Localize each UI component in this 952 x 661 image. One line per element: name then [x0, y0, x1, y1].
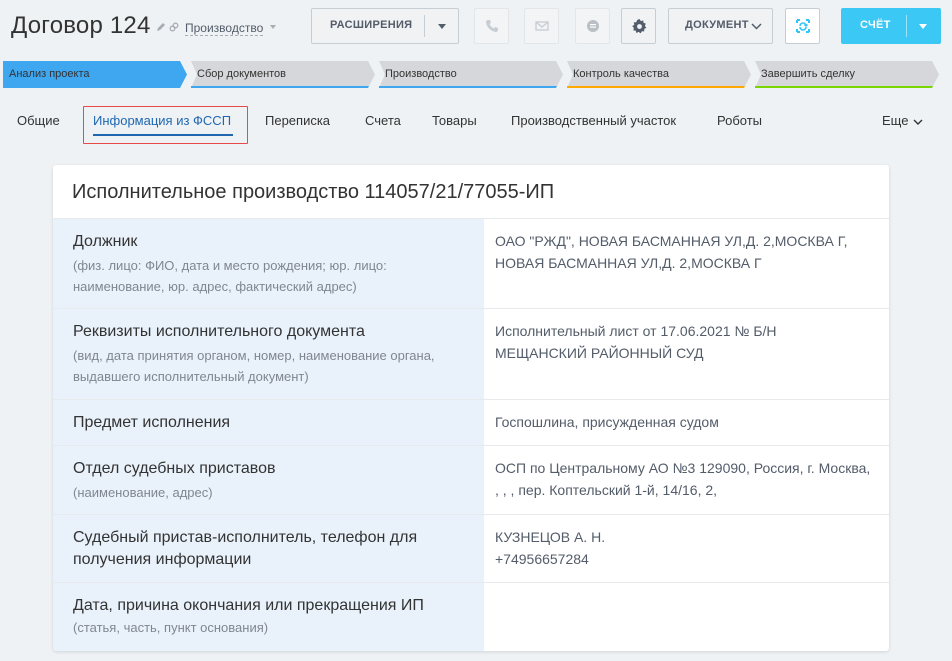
stage-progress-bar: Анализ проекта Сбор документов Производс… [3, 61, 948, 88]
row-label: Предмет исполнения [73, 414, 231, 431]
table-row: Должник (физ. лицо: ФИО, дата и место ро… [53, 218, 889, 308]
stage-item[interactable]: Сбор документов [191, 61, 375, 88]
table-row: Судебный пристав-исполнитель, телефон дл… [53, 514, 889, 582]
stage-item[interactable]: Контроль качества [567, 61, 751, 88]
tab-robots[interactable]: Роботы [717, 113, 762, 128]
active-tab-underline [93, 134, 233, 136]
row-label: Должник [73, 233, 138, 250]
row-value: ОАО "РЖД", НОВАЯ БАСМАННАЯ УЛ,Д. 2,МОСКВ… [495, 233, 848, 271]
phone-icon [486, 20, 498, 32]
tab-general[interactable]: Общие [17, 113, 60, 128]
tab-fssp-info[interactable]: Информация из ФССП [93, 113, 231, 128]
stage-label: Производство [385, 68, 457, 80]
stage-label: Сбор документов [197, 68, 287, 80]
stage-label: Анализ проекта [9, 68, 90, 80]
row-value-line: Исполнительный лист от 17.06.2021 № Б/Н [495, 323, 777, 339]
chevron-down-icon [751, 23, 762, 30]
table-row: Предмет исполнения Госпошлина, присужден… [53, 399, 889, 445]
email-button[interactable] [524, 8, 559, 44]
chevron-down-icon[interactable] [270, 25, 276, 29]
tabs-bar: Общие Информация из ФССП Переписка Счета… [0, 106, 952, 146]
stage-label: Контроль качества [573, 68, 669, 80]
row-value-line: КУЗНЕЦОВ А. Н. [495, 529, 606, 545]
gear-icon [632, 19, 647, 34]
category-selector[interactable]: Производство [185, 21, 264, 36]
card-title: Исполнительное производство 114057/21/77… [72, 181, 555, 203]
divider [424, 15, 425, 37]
stage-item[interactable]: Производство [379, 61, 563, 88]
tab-production-site[interactable]: Производственный участок [511, 113, 676, 128]
row-hint: (вид, дата принятия органом, номер, наим… [73, 348, 435, 384]
row-value: Госпошлина, присужденная судом [495, 414, 719, 430]
table-row: Отдел судебных приставов (наименование, … [53, 445, 889, 514]
tab-correspondence[interactable]: Переписка [265, 113, 330, 128]
tab-invoices[interactable]: Счета [365, 113, 401, 128]
row-label: Реквизиты исполнительного документа [73, 323, 365, 340]
divider [906, 15, 907, 37]
pencil-icon[interactable] [156, 22, 166, 32]
row-label: Отдел судебных приставов [73, 460, 276, 477]
header: Договор 124 Производство РАСШИРЕНИЯ ДОКУ… [0, 0, 952, 58]
stage-item[interactable]: Анализ проекта [3, 61, 187, 88]
row-value: Исполнительный лист от 17.06.2021 № Б/Н … [495, 320, 875, 364]
row-hint: (физ. лицо: ФИО, дата и место рождения; … [73, 258, 387, 294]
caret-down-icon[interactable] [919, 24, 927, 29]
call-button[interactable] [474, 8, 509, 44]
row-value-line: МЕЩАНСКИЙ РАЙОННЫЙ СУД [495, 345, 704, 361]
row-hint: (наименование, адрес) [73, 485, 213, 500]
tab-more[interactable]: Еще [882, 113, 908, 128]
document-button[interactable]: ДОКУМЕНТ [668, 8, 773, 44]
extensions-button[interactable]: РАСШИРЕНИЯ [311, 8, 459, 44]
table-row: Реквизиты исполнительного документа (вид… [53, 308, 889, 399]
settings-button[interactable] [621, 8, 656, 44]
extensions-button-label: РАСШИРЕНИЯ [330, 19, 413, 31]
chat-button[interactable] [575, 8, 610, 44]
chat-icon [587, 20, 599, 32]
link-icon[interactable] [169, 22, 179, 32]
page-title: Договор 124 [11, 12, 151, 39]
document-button-label: ДОКУМЕНТ [685, 19, 749, 31]
row-label: Судебный пристав-исполнитель, телефон дл… [73, 529, 418, 568]
stage-label: Завершить сделку [761, 68, 856, 80]
row-label-cell [53, 446, 484, 514]
invoice-button-label: СЧЁТ [860, 19, 891, 31]
chevron-down-icon[interactable] [913, 117, 923, 127]
enforcement-proceeding-card: Исполнительное производство 114057/21/77… [53, 165, 889, 651]
sync-icon [796, 19, 810, 33]
table-row: Дата, причина окончания или прекращения … [53, 582, 889, 651]
row-hint: (статья, часть, пункт основания) [73, 620, 269, 635]
invoice-button[interactable]: СЧЁТ [841, 8, 941, 44]
sync-button[interactable] [785, 8, 820, 44]
row-value: КУЗНЕЦОВ А. Н. +74956657284 [495, 526, 875, 570]
row-value: ОСП по Центральному АО №3 129090, Россия… [495, 460, 871, 498]
stage-item[interactable]: Завершить сделку [755, 61, 939, 88]
row-value-line: +74956657284 [495, 551, 589, 567]
tab-products[interactable]: Товары [432, 113, 477, 128]
caret-down-icon[interactable] [438, 24, 446, 29]
row-label: Дата, причина окончания или прекращения … [73, 597, 424, 614]
mail-icon [535, 21, 549, 31]
